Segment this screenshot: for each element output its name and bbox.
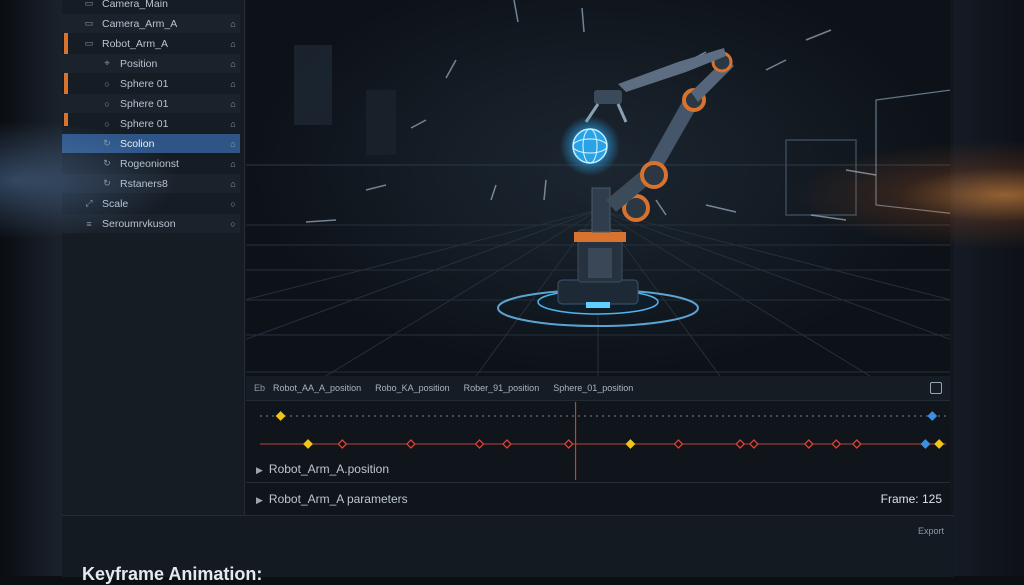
visibility-icon[interactable]: ⌂ [226,59,240,69]
hologram-sphere [572,128,608,164]
scale-icon: ⤢ [85,198,93,208]
viewport-scene [246,0,950,376]
keyframe-diamond [749,439,759,449]
keyframe-diamond [502,439,512,449]
rotation-icon: ↻ [103,178,111,188]
outliner-item[interactable]: ○ Sphere 01 ⌂ [62,114,240,133]
monitor-bezel-left [0,0,62,576]
outliner-item[interactable]: ↻ Rogeonionst ⌂ [62,154,240,173]
keyframe-diamond [735,439,746,449]
expand-triangle-icon[interactable]: ▶ [256,495,263,505]
caption-title: Keyframe Animation: [82,564,263,584]
track-row-position[interactable]: ▶ Robot_Arm_A.position [256,462,389,476]
track-row-parameters[interactable]: ▶ Robot_Arm_A parameters [256,492,408,506]
channel-tab[interactable]: Robo_KA_position [375,383,450,393]
timeline-panel: Eb Robot_AA_A_position Robo_KA_position … [246,376,950,515]
outliner-item[interactable]: ⌖ Position ⌂ [62,54,240,73]
3d-viewport[interactable] [246,0,950,376]
outliner-item-label: Sphere 01 [120,97,169,110]
outliner-item[interactable]: ▭ Robot_Arm_A ⌂ [62,34,240,53]
fit-view-icon[interactable] [930,382,942,394]
outliner-item[interactable]: ▭ Camera_Arm_A ⌂ [62,14,240,33]
keyframe-diamond [851,439,862,449]
outliner-item-label: Scolion [120,137,155,150]
sphere-icon: ○ [104,118,110,129]
keyframe-diamond [406,439,416,449]
outliner-item-label: Scale [102,197,129,210]
keyframe-diamond [275,411,286,421]
keyframe-diamond [927,411,938,421]
visibility-icon[interactable]: ○ [226,199,240,209]
export-button[interactable]: Export [918,526,944,536]
monitor-bezel-right [954,0,1024,576]
outliner-item-label: Sphere 01 [120,117,169,130]
channel-tab[interactable]: Sphere_01_position [553,383,633,393]
outliner-item[interactable]: ↻ Rstaners8 ⌂ [62,174,240,193]
outliner-panel: ▭ Camera_Main ▭ Camera_Arm_A ⌂ ▭ Robot_Arm_A ⌂ ⌖… [62,0,245,515]
footer-bar: Export Keyframe Animation: [62,515,954,584]
visibility-icon[interactable]: ⌂ [226,119,240,129]
camera-icon: ▭ [84,0,94,8]
outliner-item-label: Robot_Arm_A [102,37,168,50]
outliner-item[interactable]: ≡ Seroumrvkuson ○ [62,214,240,233]
outliner-item-label: Rogeonionst [120,157,179,170]
channel-tab[interactable]: Robot_AA_A_position [273,383,361,393]
visibility-icon[interactable]: ⌂ [226,139,240,149]
outliner-item[interactable]: ⤢ Scale ○ [62,194,240,213]
outliner-item-label: Position [120,57,158,70]
object-icon: ▭ [84,38,94,48]
animation-app: ▭ Camera_Main ▭ Camera_Arm_A ⌂ ▭ Robot_Arm_A ⌂ ⌖… [62,0,954,584]
keyframe-diamond [934,439,945,449]
keyframe-diamond [803,439,814,449]
keyframe-diamond [831,439,842,449]
keyframe-diamond [625,439,636,449]
list-icon: ≡ [86,218,92,229]
outliner-item[interactable]: ○ Sphere 01 ⌂ [62,94,240,113]
visibility-icon[interactable]: ⌂ [226,79,240,89]
visibility-icon[interactable]: ⌂ [226,39,240,49]
sphere-icon: ○ [104,98,110,109]
channel-tab[interactable]: Rober_91_position [464,383,540,393]
keyframe-diamond [563,439,574,449]
frame-counter: Frame: 125 [880,492,942,506]
visibility-icon[interactable]: ⌂ [226,179,240,189]
outliner-item-label: Rstaners8 [120,177,168,190]
outliner-item-label: Camera_Main [102,0,168,10]
outliner-item-label: Sphere 01 [120,77,169,90]
position-icon: ⌖ [104,58,110,68]
camera-icon: ▭ [84,18,94,28]
keyframe-diamond [673,439,684,449]
track-label: Robot_Arm_A.position [268,462,389,476]
visibility-icon[interactable]: ⌂ [226,99,240,109]
outliner-item[interactable]: ○ Sphere 01 ⌂ [62,74,240,93]
expand-triangle-icon[interactable]: ▶ [256,465,263,475]
outliner-item[interactable]: ▭ Camera_Main [62,0,240,13]
keyframe-diamond [920,439,931,449]
rotation-icon: ↻ [103,158,111,168]
rotation-icon: ↻ [103,138,111,148]
timeline-header: Eb Robot_AA_A_position Robo_KA_position … [246,376,950,401]
track-label: Robot_Arm_A parameters [268,492,408,506]
visibility-icon[interactable]: ⌂ [226,159,240,169]
outliner-item-label: Seroumrvkuson [102,217,176,230]
keyframe-diamond [474,439,485,449]
outliner-item-label: Camera_Arm_A [102,17,178,30]
visibility-icon[interactable]: ○ [226,219,240,229]
keyframe-diamond [303,439,313,449]
visibility-icon[interactable]: ⌂ [226,19,240,29]
keyframe-diamond [337,439,348,449]
track-separator [246,482,950,483]
outliner-item[interactable]: ↻ Scolion ⌂ [62,134,240,153]
sphere-icon: ○ [104,78,110,89]
timeline-eb-label: Eb [254,383,266,393]
